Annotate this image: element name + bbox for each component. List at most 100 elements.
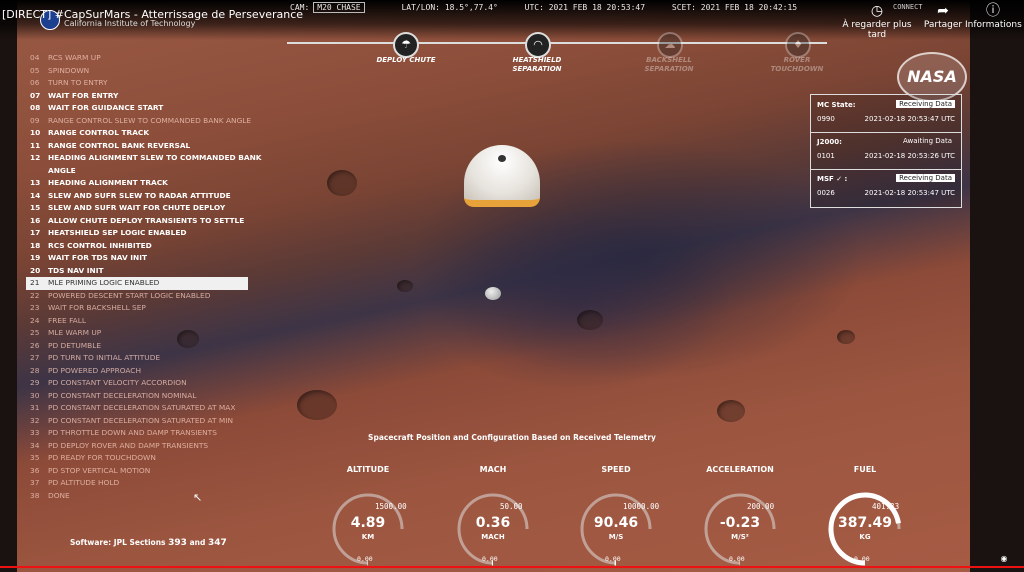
event-item: 22 POWERED DESCENT START LOGIC ENABLED [26, 290, 248, 303]
event-label: RANGE CONTROL SLEW TO COMMANDED BANK ANG… [48, 115, 252, 125]
gauge-max: 50.00 [500, 502, 523, 511]
event-label: RANGE CONTROL TRACK [48, 128, 150, 137]
event-number: 19 [30, 253, 41, 262]
event-item: 18 RCS CONTROL INHIBITED [26, 240, 248, 253]
status-badge: Receiving Data [896, 174, 955, 182]
crater [297, 390, 337, 420]
software-credit: Software: JPL Sections 393 and 347 [70, 538, 227, 548]
gauge-caption: Spacecraft Position and Configuration Ba… [368, 433, 656, 442]
event-label: HEADING ALIGNMENT SLEW TO COMMANDED BANK [48, 153, 262, 162]
gauge-value: 90.46 [593, 515, 639, 531]
gauge-max: 401.33 [872, 502, 900, 511]
event-label: WAIT FOR TDS NAV INIT [48, 253, 147, 262]
cam-label: CAM: [290, 3, 310, 12]
event-number: 04 [30, 53, 40, 62]
event-number: 24 [30, 315, 40, 325]
gauge-min: 0.00 [854, 555, 870, 563]
event-label: WAIT FOR ENTRY [48, 90, 119, 100]
event-number: 13 [30, 178, 41, 187]
event-label: RCS WARM UP [48, 53, 101, 62]
channel-subtitle: California Institute of Technology [64, 19, 196, 28]
event-item: 14 SLEW AND SUFR SLEW TO RADAR ATTITUDE [26, 190, 248, 203]
check-icon: ✓ : [836, 175, 848, 183]
event-item: ANGLE [26, 165, 248, 178]
event-number: 18 [30, 240, 41, 250]
event-label: MLE PRIMING LOGIC ENABLED [48, 278, 160, 287]
video-progress-fill [0, 566, 1024, 568]
info-button[interactable]: ⓘ Informations [965, 2, 1022, 30]
event-item: 19 WAIT FOR TDS NAV INIT [26, 252, 248, 265]
event-number: 20 [30, 265, 41, 275]
gauge-value: 387.49 [837, 515, 893, 531]
milestone-label: HEATSHIELD SEPARATION [512, 56, 562, 73]
event-number: 23 [30, 303, 40, 312]
event-label: WAIT FOR GUIDANCE START [48, 103, 164, 112]
event-item: 13 HEADING ALIGNMENT TRACK [26, 177, 248, 190]
crater [837, 330, 855, 344]
event-item: 08 WAIT FOR GUIDANCE START [26, 102, 248, 115]
event-number: 38 [30, 490, 40, 500]
event-item: 30 PD CONSTANT DECELERATION NOMINAL [26, 390, 248, 403]
gauge-value: -0.23 [719, 515, 761, 531]
gauge-altitude: ALTITUDE 4.89 KM 1500.00 0.00 [313, 465, 423, 570]
cam-value: M20 CHASE [313, 2, 365, 13]
event-item: 06 TURN TO ENTRY [26, 77, 248, 90]
event-number: 06 [30, 78, 40, 87]
heatshield [485, 287, 501, 300]
event-item: 25 MLE WARM UP [26, 327, 248, 340]
gauge-acceleration: ACCELERATION -0.23 M/S² 200.00 0.00 [685, 465, 795, 570]
status-badge: Receiving Data [896, 100, 955, 108]
gauge-unit: M/S [608, 533, 624, 541]
event-item: 21 MLE PRIMING LOGIC ENABLED [26, 277, 248, 290]
latlon-label: LAT/LON: [401, 3, 440, 12]
share-button[interactable]: ➦ Partager [919, 2, 967, 30]
event-item: 32 PD CONSTANT DECELERATION SATURATED AT … [26, 415, 248, 428]
event-number: 12 [30, 153, 41, 162]
gauge-speed: SPEED 90.46 M/S 10000.00 0.00 [561, 465, 671, 570]
event-item: 28 PD POWERED APPROACH [26, 365, 248, 378]
telemetry-status-panel: MC State: Receiving Data 0990 2021-02-18… [810, 94, 962, 208]
event-number: 36 [30, 465, 40, 475]
event-number: 28 [30, 365, 40, 375]
event-item: 27 PD TURN TO INITIAL ATTITUDE [26, 352, 248, 365]
mc-state-box: MC State: Receiving Data 0990 2021-02-18… [811, 95, 961, 133]
event-item: 38 DONE [26, 490, 248, 503]
event-item: 35 PD READY FOR TOUCHDOWN [26, 452, 248, 465]
event-label: PD STOP VERTICAL MOTION [48, 465, 151, 475]
event-label: SLEW AND SUFR WAIT FOR CHUTE DEPLOY [48, 203, 226, 212]
crater [577, 310, 603, 330]
event-label: POWERED DESCENT START LOGIC ENABLED [48, 290, 211, 300]
gauge-label: ACCELERATION [706, 465, 774, 474]
gauge-max: 1500.00 [375, 502, 407, 511]
event-label: PD DETUMBLE [48, 340, 102, 350]
crater [327, 170, 357, 196]
event-label: ALLOW CHUTE DEPLOY TRANSIENTS TO SETTLE [48, 215, 245, 225]
hud-top-bar: CAM: M20 CHASE LAT/LON: 18.5°,77.4° UTC: … [290, 2, 797, 13]
event-item: 16 ALLOW CHUTE DEPLOY TRANSIENTS TO SETTL… [26, 215, 248, 228]
event-item: 31 PD CONSTANT DECELERATION SATURATED AT … [26, 402, 248, 415]
event-label: MLE WARM UP [48, 328, 102, 337]
connect-status: CONNECT [893, 3, 923, 11]
gauge-mach: MACH 0.36 MACH 50.00 0.00 [438, 465, 548, 570]
utc-value: 2021 FEB 18 20:53:47 [548, 3, 646, 12]
event-number: 17 [30, 228, 41, 237]
rover-icon: ♦ [785, 32, 811, 58]
parachute-backshell [464, 145, 540, 211]
mouse-cursor-icon: ↖ [193, 491, 203, 504]
milestone-label: BACKSHELL SEPARATION [644, 56, 694, 73]
event-number: 16 [30, 215, 41, 225]
gauge-label: MACH [479, 465, 507, 474]
gauge-unit: M/S² [731, 533, 749, 541]
event-number: 07 [30, 90, 41, 100]
event-label: TURN TO ENTRY [48, 78, 108, 87]
event-item: 11 RANGE CONTROL BANK REVERSAL [26, 140, 248, 153]
event-number: 08 [30, 103, 41, 112]
event-number: 35 [30, 453, 40, 462]
share-icon: ➦ [937, 3, 949, 19]
gauge-value: 0.36 [475, 515, 511, 531]
event-item: 24 FREE FALL [26, 315, 248, 328]
info-icon: ⓘ [986, 3, 1000, 19]
crater [717, 400, 745, 422]
gauge-max: 200.00 [747, 502, 775, 511]
event-number: 14 [30, 190, 41, 200]
